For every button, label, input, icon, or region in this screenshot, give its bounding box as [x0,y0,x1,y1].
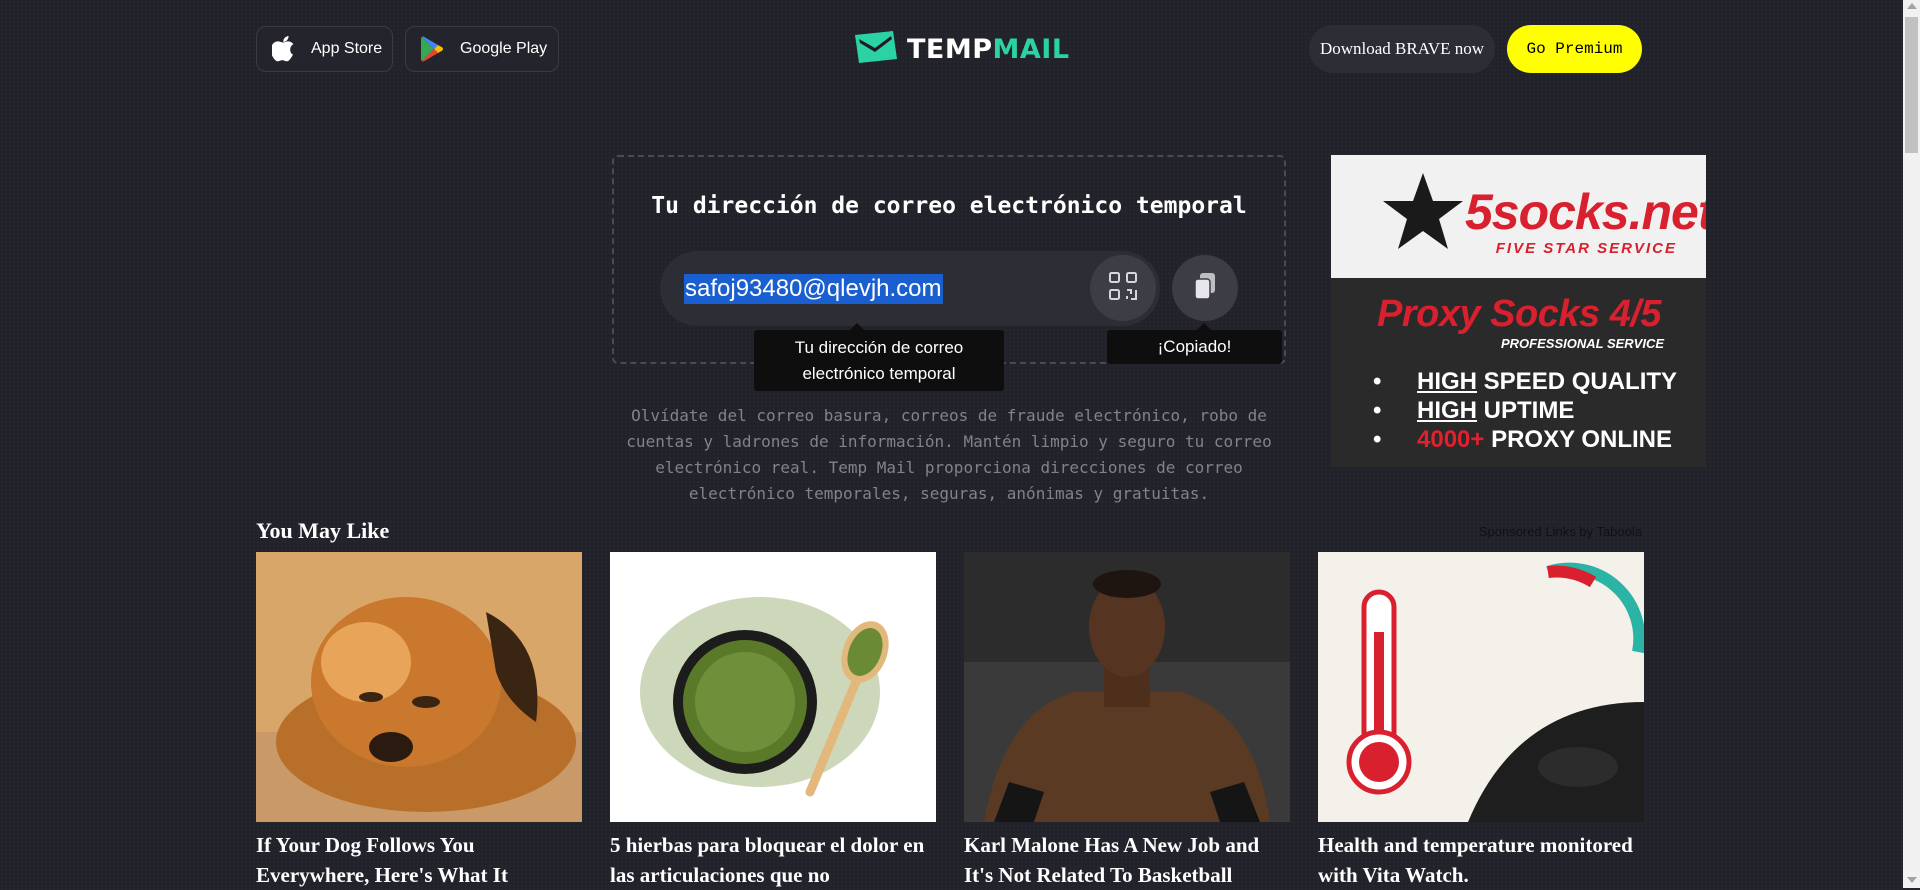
dog-photo [256,552,582,822]
recommendation-card[interactable]: 5 hierbas para bloquear el dolor en las … [610,552,936,890]
ad-brand: 5socks.net [1465,184,1706,240]
recommendation-caption: Health and temperature monitored with Vi… [1318,833,1633,887]
google-play-icon [420,36,446,62]
herbs-photo [610,552,936,822]
ad-top-panel: 5socks.net FIVE STAR SERVICE [1331,155,1706,278]
app-store-label: App Store [311,40,383,57]
athlete-photo [964,552,1290,822]
qr-code-icon [1108,271,1138,306]
ad-feature-item: HIGH SPEED QUALITY [1373,367,1677,396]
email-address-value[interactable]: safoj93480@qlevjh.com [684,274,943,304]
you-may-like-heading: You May Like [256,518,390,543]
scroll-down-arrow-icon[interactable] [1907,877,1917,883]
star-logo-icon [1381,171,1465,256]
ad-tagline: FIVE STAR SERVICE [1495,240,1677,257]
recommendation-card[interactable]: Health and temperature monitored with Vi… [1318,552,1644,890]
logo-text: TEMPMAIL [907,33,1070,65]
go-premium-button[interactable]: Go Premium [1507,25,1642,73]
recommendation-card[interactable]: Karl Malone Has A New Job and It's Not R… [964,552,1290,890]
recommendation-card[interactable]: If Your Dog Follows You Everywhere, Here… [256,552,582,890]
app-store-button[interactable]: App Store [256,26,393,72]
recommendation-caption: If Your Dog Follows You Everywhere, Here… [256,833,508,887]
sponsored-links-label[interactable]: Sponsored Links by Taboola [1470,524,1642,539]
apple-icon [271,36,297,62]
copy-button[interactable] [1172,255,1238,321]
temp-mail-logo[interactable]: TEMPMAIL [853,30,1070,68]
recommendation-caption: 5 hierbas para bloquear el dolor en las … [610,833,925,887]
proxy-ad-banner[interactable]: 5socks.net FIVE STAR SERVICE Proxy Socks… [1331,155,1706,467]
thermometer-illustration [1318,552,1644,822]
recommendation-caption: Karl Malone Has A New Job and It's Not R… [964,833,1260,887]
copied-tooltip: ¡Copiado! [1107,323,1282,364]
ad-feature-item: 4000+ PROXY ONLINE [1373,425,1677,454]
google-play-button[interactable]: Google Play [405,26,559,72]
email-address-tooltip: Tu dirección de correo electrónico tempo… [754,323,1004,391]
scrollbar-thumb[interactable] [1905,17,1918,153]
scroll-up-arrow-icon[interactable] [1907,3,1917,9]
qr-code-button[interactable] [1090,255,1156,321]
ad-headline: Proxy Socks 4/5 [1377,293,1662,335]
email-card-title: Tu dirección de correo electrónico tempo… [651,193,1247,219]
ad-feature-item: HIGH UPTIME [1373,396,1677,425]
ad-feature-list: HIGH SPEED QUALITY HIGH UPTIME 4000+ PRO… [1373,367,1677,454]
ad-subheadline: PROFESSIONAL SERVICE [1501,336,1665,351]
service-description: Olvídate del correo basura, correos de f… [626,406,1272,503]
google-play-label: Google Play [460,40,548,57]
download-brave-button[interactable]: Download BRAVE now [1309,25,1495,73]
copy-icon [1192,271,1218,306]
envelope-logo-icon [853,30,897,68]
